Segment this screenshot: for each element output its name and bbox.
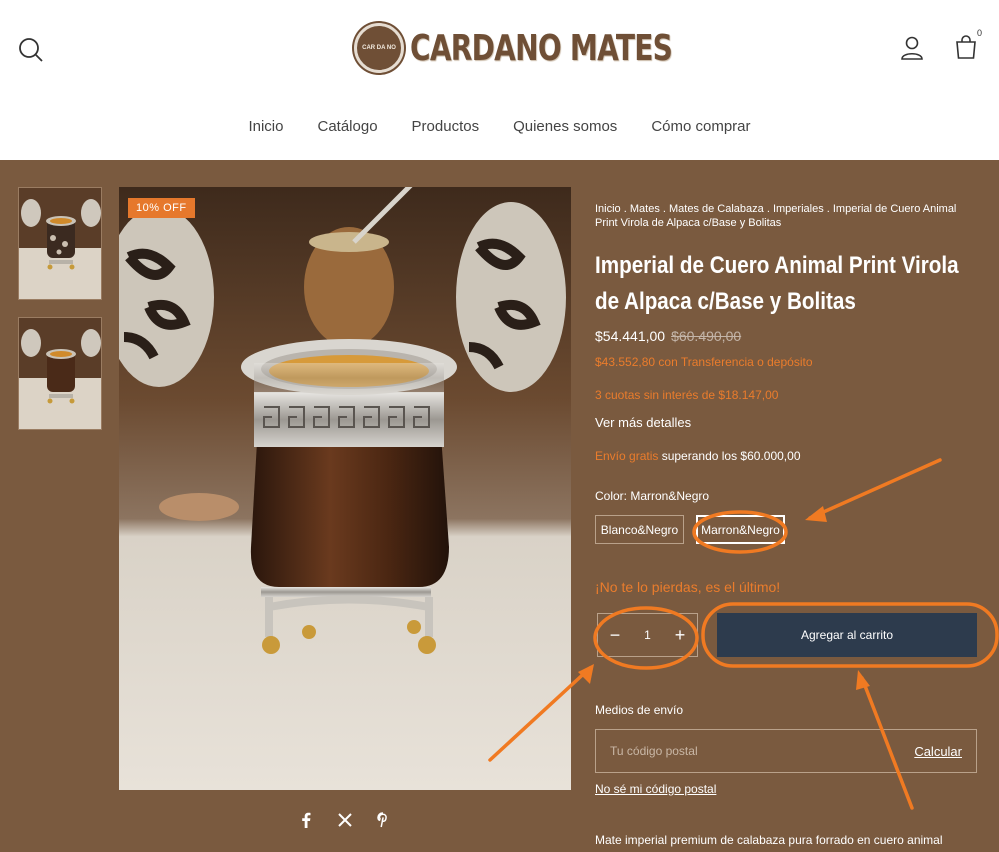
transfer-price: $43.552,80 con Transferencia o depósito: [595, 355, 813, 369]
free-shipping-label: Envío gratis: [595, 449, 659, 463]
breadcrumb: Inicio . Mates . Mates de Calabaza . Imp…: [595, 203, 957, 229]
nav-item-inicio[interactable]: Inicio: [231, 118, 300, 135]
increase-quantity-button[interactable]: +: [671, 625, 689, 646]
variant-blanco-negro[interactable]: Blanco&Negro: [595, 515, 684, 544]
breadcrumb-item-mates-calabaza[interactable]: Mates de Calabaza: [669, 203, 764, 215]
brand-name: CARDANO MATES: [410, 27, 673, 69]
breadcrumb-item-inicio[interactable]: Inicio: [595, 203, 621, 215]
product-title: Imperial de Cuero Animal Print Virola de…: [595, 252, 959, 315]
price-row: $54.441,00 $60.490,00: [595, 328, 980, 344]
variant-marron-negro[interactable]: Marron&Negro: [696, 515, 785, 544]
postal-code-input[interactable]: [610, 744, 870, 758]
product-main-image[interactable]: 10% OFF: [119, 187, 571, 790]
site-header: CAR DA NO CARDANO MATES 0 Inicio Catálog…: [0, 0, 999, 160]
postal-code-box: Calcular: [595, 729, 977, 773]
gallery-thumbnail-1[interactable]: [18, 187, 102, 300]
free-shipping-threshold: superando los $60.000,00: [658, 449, 801, 463]
product-price-old: $60.490,00: [671, 328, 742, 344]
nav-item-quienes-somos[interactable]: Quienes somos: [496, 118, 634, 135]
nav-item-catalogo[interactable]: Catálogo: [301, 118, 395, 135]
breadcrumb-item-imperiales[interactable]: Imperiales: [773, 203, 824, 215]
user-icon[interactable]: [898, 34, 926, 62]
brand-logo[interactable]: CAR DA NO CARDANO MATES: [354, 23, 746, 73]
color-label: Color: Marron&Negro: [595, 489, 710, 503]
calculate-shipping-button[interactable]: Calcular: [914, 744, 962, 759]
cart-count: 0: [977, 28, 983, 38]
pinterest-icon[interactable]: [376, 812, 390, 833]
logo-badge: CAR DA NO: [354, 23, 404, 73]
shipping-methods-label: Medios de envío: [595, 703, 684, 717]
nav-item-como-comprar[interactable]: Cómo comprar: [634, 118, 767, 135]
discount-badge: 10% OFF: [128, 198, 195, 218]
nav-item-productos[interactable]: Productos: [395, 118, 497, 135]
breadcrumb-item-mates[interactable]: Mates: [630, 203, 660, 215]
add-to-cart-button[interactable]: Agregar al carrito: [717, 613, 977, 657]
installments-text: 3 cuotas sin interés de $18.147,00: [595, 388, 779, 402]
stock-message: ¡No te lo pierdas, es el último!: [595, 579, 781, 595]
decrease-quantity-button[interactable]: −: [606, 625, 624, 646]
unknown-postal-link[interactable]: No sé mi código postal: [595, 782, 980, 796]
quantity-value[interactable]: 1: [644, 628, 651, 642]
product-description: Mate imperial premium de calabaza pura f…: [595, 833, 943, 847]
main-nav: Inicio Catálogo Productos Quienes somos …: [0, 118, 999, 135]
product-price: $54.441,00: [595, 328, 666, 344]
gallery-thumbnail-2[interactable]: [18, 317, 102, 430]
free-shipping-text: Envío gratis superando los $60.000,00: [595, 449, 980, 463]
facebook-icon[interactable]: [299, 812, 313, 833]
quantity-stepper: − 1 +: [597, 613, 698, 657]
search-icon[interactable]: [16, 35, 46, 65]
x-icon[interactable]: [337, 812, 353, 833]
more-details-link[interactable]: Ver más detalles: [595, 415, 980, 430]
